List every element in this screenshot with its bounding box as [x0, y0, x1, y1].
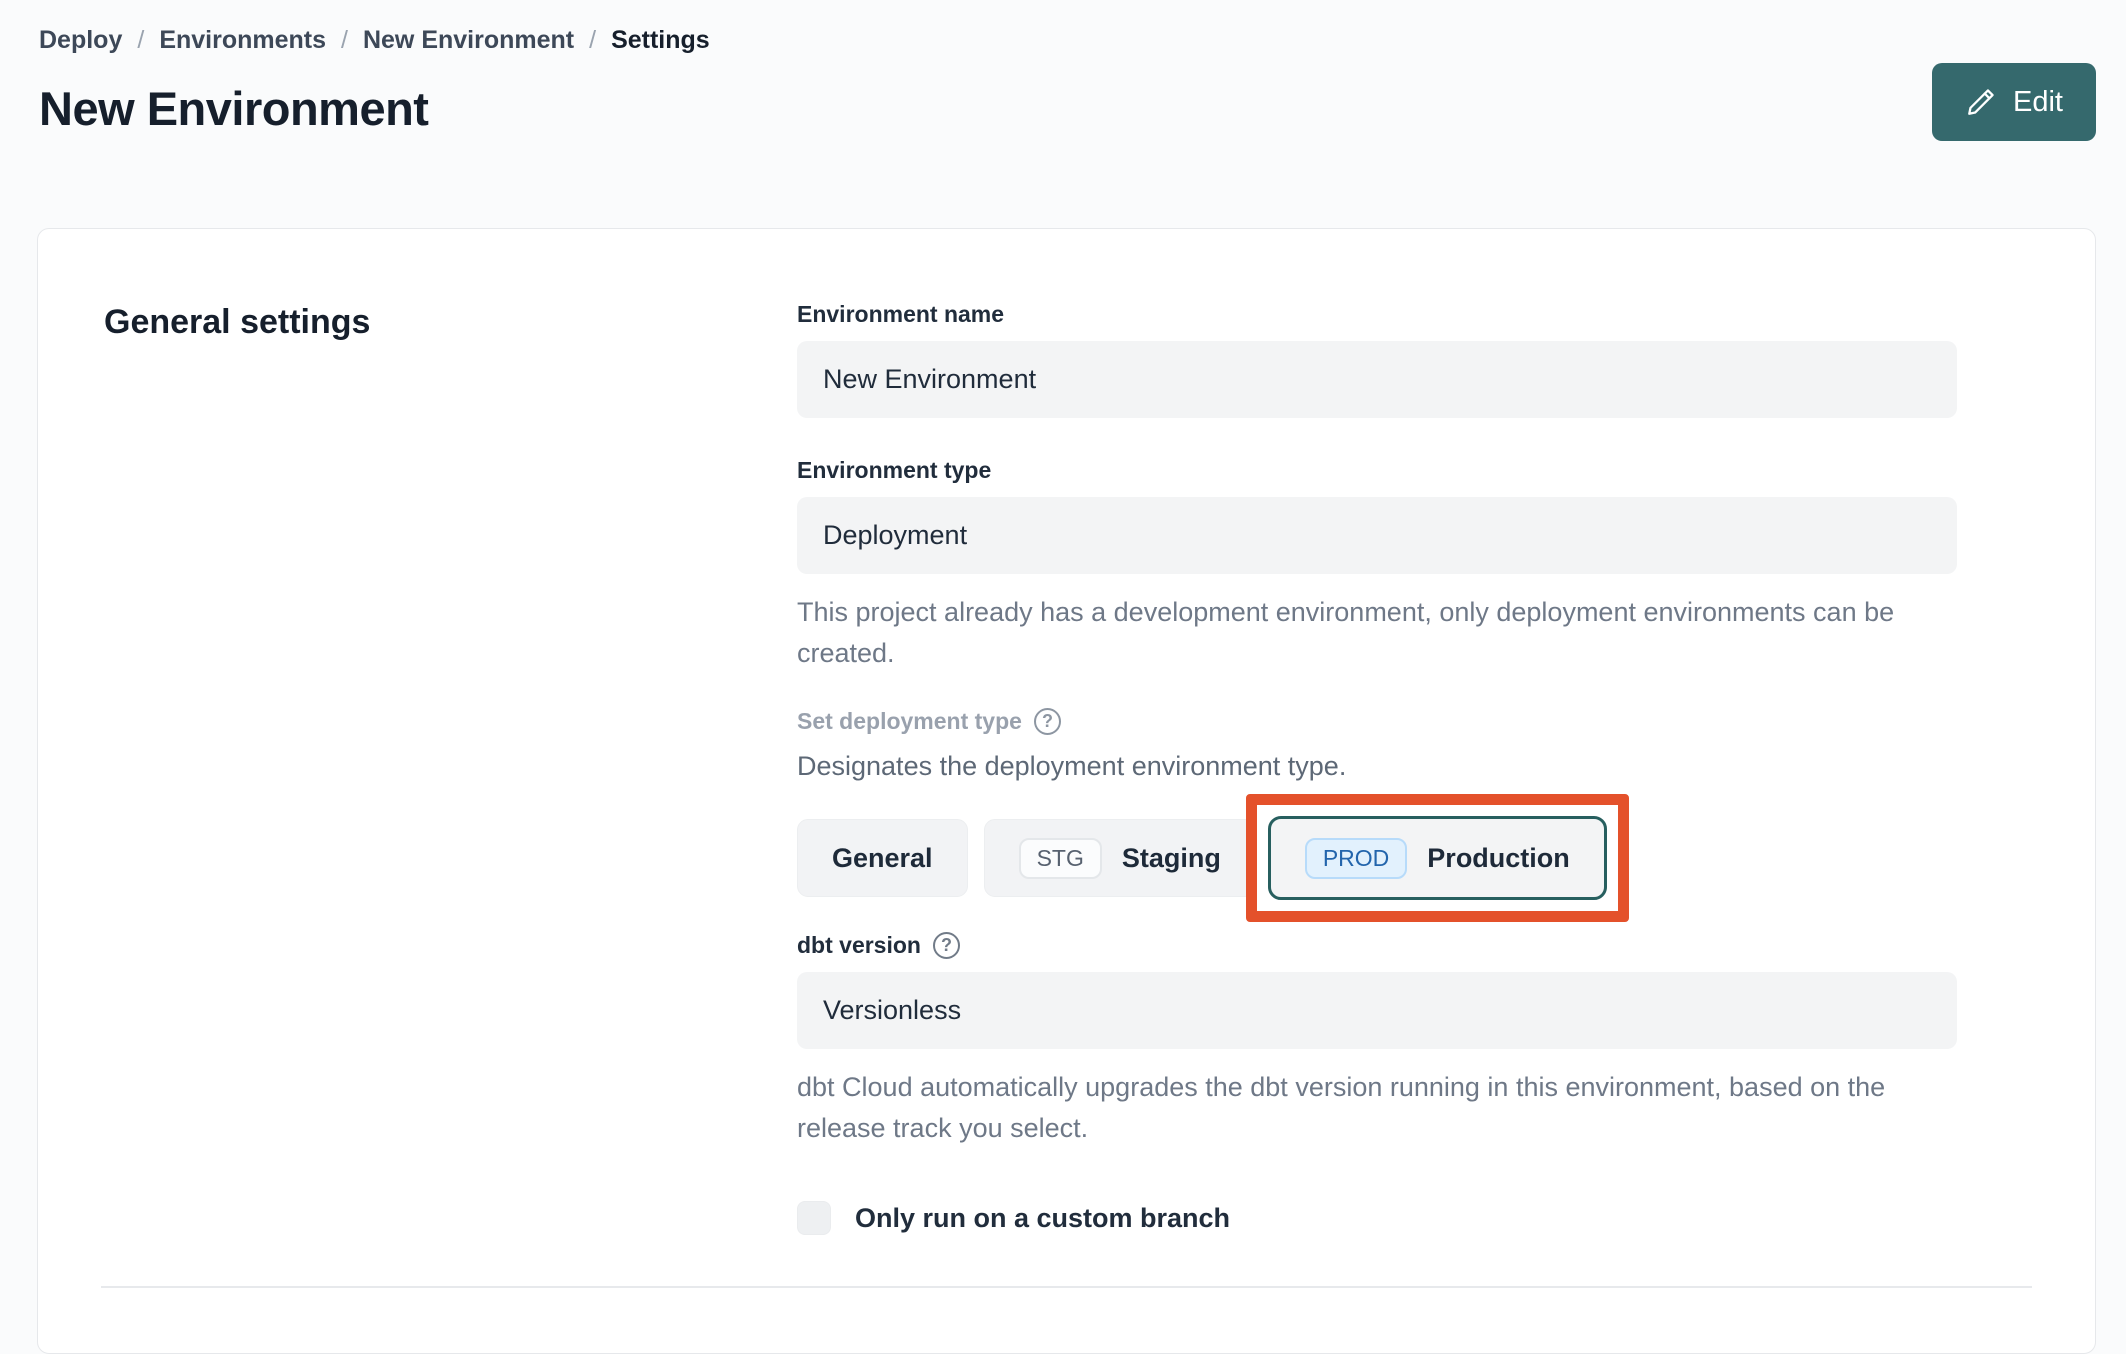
dbt-version-helper: dbt Cloud automatically upgrades the dbt… — [797, 1072, 1886, 1143]
pencil-icon — [1965, 86, 1997, 118]
breadcrumb: Deploy / Environments / New Environment … — [39, 20, 2096, 55]
custom-branch-row: Only run on a custom branch — [797, 1201, 1957, 1235]
card-left-column: General settings — [104, 301, 797, 1353]
prod-badge: PROD — [1304, 837, 1408, 879]
environment-type-input[interactable]: Deployment — [797, 497, 1957, 574]
breadcrumb-environments[interactable]: Environments — [159, 26, 326, 55]
breadcrumb-separator: / — [137, 26, 145, 54]
deployment-type-production-button[interactable]: PROD Production — [1267, 816, 1607, 900]
deployment-type-general-label: General — [832, 842, 933, 873]
deployment-type-production-label: Production — [1427, 842, 1570, 873]
deployment-type-description: Designates the deployment environment ty… — [797, 751, 1347, 781]
breadcrumb-separator: / — [589, 26, 597, 54]
help-icon[interactable]: ? — [1033, 708, 1061, 735]
dbt-version-input[interactable]: Versionless — [797, 972, 1957, 1049]
environment-type-label: Environment type — [797, 457, 992, 483]
custom-branch-checkbox[interactable] — [797, 1201, 831, 1235]
breadcrumb-settings[interactable]: Settings — [611, 26, 710, 55]
section-title: General settings — [104, 303, 371, 341]
deployment-type-label: Set deployment type ? — [797, 708, 1957, 735]
environment-type-helper: This project already has a development e… — [797, 597, 1895, 668]
deployment-type-label-text: Set deployment type — [797, 708, 1022, 734]
section-divider — [101, 1286, 2032, 1288]
environment-name-label: Environment name — [797, 301, 1005, 327]
dbt-version-label-text: dbt version — [797, 932, 921, 958]
deployment-type-options: General STG Staging PROD Production — [797, 794, 1957, 922]
page-header: Deploy / Environments / New Environment … — [0, 0, 2126, 141]
dbt-version-label: dbt version ? — [797, 932, 1957, 959]
general-settings-card: General settings Environment name New En… — [37, 228, 2096, 1354]
custom-branch-label[interactable]: Only run on a custom branch — [855, 1203, 1230, 1234]
settings-form: Environment name New Environment Environ… — [797, 301, 1957, 1353]
environment-name-input[interactable]: New Environment — [797, 341, 1957, 418]
breadcrumb-separator: / — [341, 26, 348, 54]
deployment-type-general-button[interactable]: General — [797, 819, 968, 897]
breadcrumb-new-environment[interactable]: New Environment — [363, 26, 574, 55]
annotation-highlight-box: PROD Production — [1245, 794, 1629, 922]
edit-button-label: Edit — [2013, 85, 2063, 118]
breadcrumb-deploy[interactable]: Deploy — [39, 26, 122, 55]
page-title: New Environment — [39, 82, 429, 135]
staging-badge: STG — [1018, 837, 1102, 879]
edit-button[interactable]: Edit — [1932, 63, 2096, 141]
deployment-type-staging-label: Staging — [1121, 842, 1221, 873]
deployment-type-staging-button[interactable]: STG Staging — [983, 819, 1256, 897]
help-icon[interactable]: ? — [932, 932, 960, 959]
